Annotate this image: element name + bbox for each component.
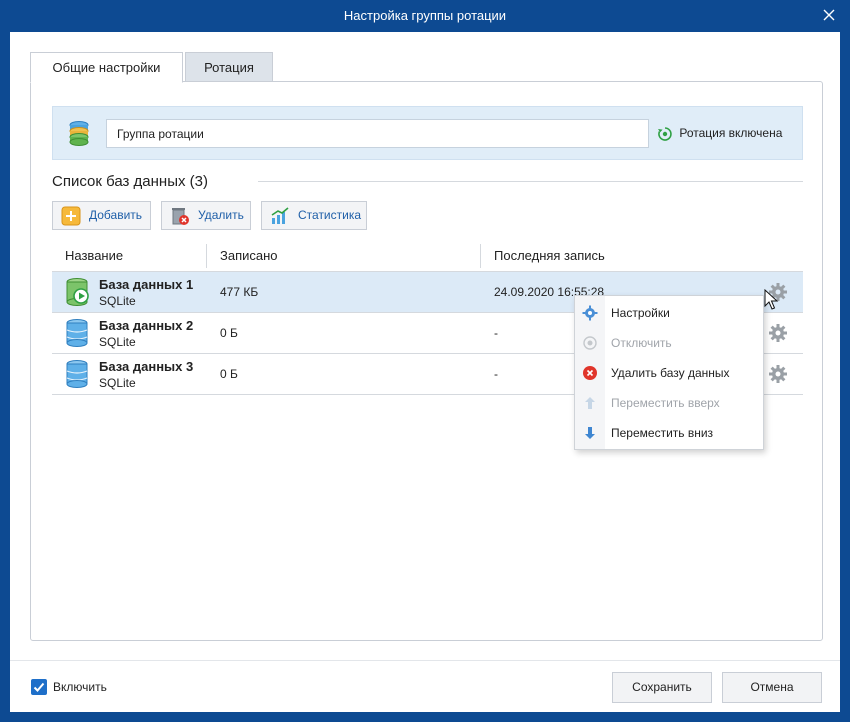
save-button[interactable]: Сохранить: [612, 672, 712, 703]
column-header-last-record[interactable]: Последняя запись: [494, 240, 605, 271]
menu-item-delete-database[interactable]: Удалить базу данных: [575, 358, 763, 388]
cancel-button[interactable]: Отмена: [722, 672, 822, 703]
tab-rotation[interactable]: Ротация: [185, 52, 273, 82]
db-list-title: Список баз данных (3): [52, 173, 208, 190]
arrow-down-icon: [585, 427, 595, 439]
rotation-status-label: Ротация включена: [679, 126, 783, 141]
menu-item-label: Переместить вниз: [611, 426, 714, 440]
section-divider: [258, 181, 803, 182]
db-name: База данных 3: [99, 359, 194, 374]
gear-icon[interactable]: [768, 323, 788, 343]
menu-item-label: Удалить базу данных: [611, 366, 730, 380]
menu-item-label: Настройки: [611, 306, 670, 320]
menu-item-label: Отключить: [611, 336, 672, 350]
rotation-status[interactable]: Ротация включена: [657, 126, 782, 142]
title-bar: Настройка группы ротации: [0, 0, 850, 32]
trash-icon: [172, 208, 189, 225]
column-separator: [480, 244, 481, 268]
db-last-record: -: [494, 367, 498, 381]
rotation-enabled-icon: [658, 127, 672, 141]
db-written: 0 Б: [220, 326, 238, 340]
disable-icon: [583, 336, 597, 350]
database-icon: [66, 319, 88, 347]
arrow-up-icon: [585, 397, 595, 409]
dialog-window: Настройка группы ротации Общие настройки…: [0, 0, 850, 722]
database-icon: [66, 360, 88, 388]
group-name-input[interactable]: [106, 119, 649, 148]
window-title: Настройка группы ротации: [343, 8, 507, 23]
group-header: Ротация включена: [52, 106, 803, 160]
column-header-name[interactable]: Название: [65, 240, 123, 271]
checkmark-icon: [33, 682, 45, 692]
db-written: 477 КБ: [220, 285, 259, 299]
add-icon: [61, 206, 81, 226]
delete-button[interactable]: Удалить: [161, 201, 251, 230]
add-button-label: Добавить: [89, 208, 143, 222]
db-written: 0 Б: [220, 367, 238, 381]
column-header-written[interactable]: Записано: [220, 240, 278, 271]
column-separator: [206, 244, 207, 268]
footer-divider: [10, 660, 840, 661]
gear-icon: [582, 305, 598, 321]
delete-button-label: Удалить: [198, 208, 244, 222]
db-type: SQLite: [99, 335, 136, 349]
dialog-content: Общие настройки Ротация Группа ротации Р…: [10, 32, 840, 712]
database-group-icon: [69, 121, 89, 146]
menu-item-disable[interactable]: Отключить: [575, 328, 763, 358]
menu-item-move-up[interactable]: Переместить вверх: [575, 388, 763, 418]
close-icon[interactable]: [822, 8, 836, 22]
enable-checkbox[interactable]: [31, 679, 47, 695]
add-button[interactable]: Добавить: [52, 201, 151, 230]
db-name: База данных 1: [99, 277, 194, 292]
context-menu: Настройки Отключить Удалить базу данных: [574, 295, 764, 450]
statistics-button[interactable]: Статистика: [261, 201, 367, 230]
db-last-record: -: [494, 326, 498, 340]
table-header: Название Записано Последняя запись: [52, 240, 803, 272]
statistics-icon: [271, 207, 289, 224]
db-name: База данных 2: [99, 318, 194, 333]
db-type: SQLite: [99, 376, 136, 390]
menu-item-label: Переместить вверх: [611, 396, 720, 410]
tab-general-settings[interactable]: Общие настройки: [30, 52, 183, 83]
remove-icon: [583, 366, 597, 380]
gear-icon[interactable]: [768, 364, 788, 384]
db-type: SQLite: [99, 294, 136, 308]
menu-item-move-down[interactable]: Переместить вниз: [575, 418, 763, 448]
menu-item-settings[interactable]: Настройки: [575, 298, 763, 328]
mouse-cursor-icon: [764, 289, 779, 310]
statistics-button-label: Статистика: [298, 208, 362, 222]
database-active-icon: [66, 278, 89, 306]
enable-checkbox-label[interactable]: Включить: [53, 680, 107, 694]
